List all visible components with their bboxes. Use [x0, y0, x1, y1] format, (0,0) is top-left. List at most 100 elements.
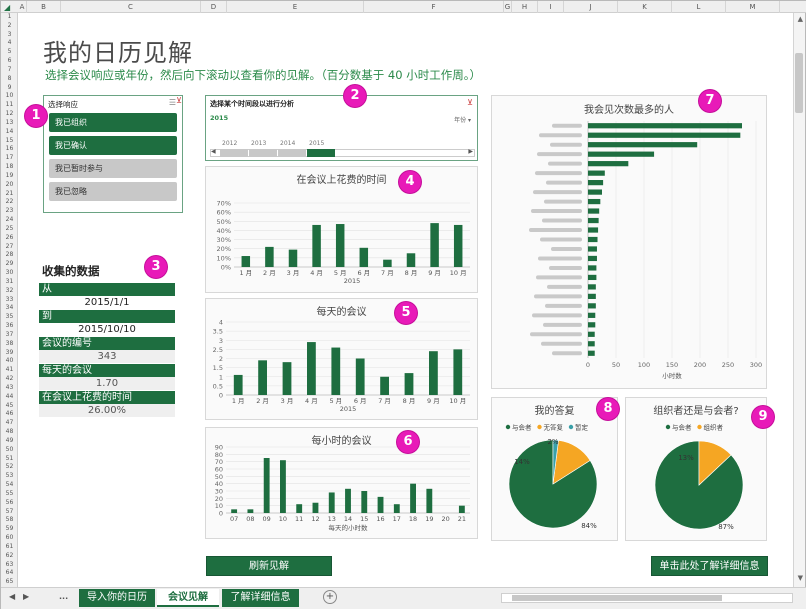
row-number[interactable]: 23 — [1, 207, 18, 216]
column-letter[interactable]: M — [726, 1, 780, 13]
row-number[interactable]: 33 — [1, 296, 18, 305]
column-letter[interactable]: K — [618, 1, 672, 13]
select-all-icon[interactable]: ◢ — [4, 4, 14, 12]
row-number[interactable]: 48 — [1, 428, 18, 437]
tab-prev-icon[interactable]: ◀ — [9, 592, 15, 601]
learn-more-button[interactable]: 单击此处了解详细信息 — [651, 556, 768, 576]
sheet-tab[interactable]: 了解详细信息 — [222, 589, 299, 607]
slicer-item[interactable]: 我已暂时参与 — [49, 159, 177, 178]
row-number[interactable]: 54 — [1, 481, 18, 490]
column-letter[interactable]: F — [364, 1, 504, 13]
row-number[interactable]: 21 — [1, 190, 18, 199]
horizontal-scrollbar[interactable] — [501, 593, 793, 603]
column-letter[interactable]: I — [538, 1, 564, 13]
timeline-year-bar[interactable] — [220, 149, 248, 157]
tab-next-icon[interactable]: ▶ — [23, 592, 29, 601]
row-number[interactable]: 39 — [1, 349, 18, 358]
row-number[interactable]: 44 — [1, 393, 18, 402]
row-number[interactable]: 51 — [1, 455, 18, 464]
sheet-tab[interactable]: 会议见解 — [157, 589, 219, 607]
row-number[interactable]: 6 — [1, 57, 18, 66]
timeline-year-bar[interactable] — [307, 149, 335, 157]
row-number[interactable]: 61 — [1, 543, 18, 552]
row-number[interactable]: 22 — [1, 198, 18, 207]
row-number[interactable]: 1 — [1, 13, 18, 22]
column-letter[interactable]: E — [227, 1, 364, 13]
row-number[interactable]: 8 — [1, 75, 18, 84]
row-number[interactable]: 34 — [1, 304, 18, 313]
timeline-slicer[interactable]: 选择某个时间段以进行分析 ⊻ 2015 年份 ▾ ◀ ▶ 2012 2013 2014 2… — [205, 95, 478, 161]
row-number[interactable]: 29 — [1, 260, 18, 269]
row-number[interactable]: 58 — [1, 516, 18, 525]
timeline-clear-filter-icon[interactable]: ⊻ — [467, 98, 473, 107]
row-number[interactable]: 20 — [1, 181, 18, 190]
row-number[interactable]: 18 — [1, 163, 18, 172]
row-number[interactable]: 26 — [1, 234, 18, 243]
row-number[interactable]: 43 — [1, 384, 18, 393]
row-number[interactable]: 49 — [1, 437, 18, 446]
row-number[interactable]: 13 — [1, 119, 18, 128]
tab-more[interactable]: ... — [59, 592, 68, 601]
row-number[interactable]: 30 — [1, 269, 18, 278]
row-number[interactable]: 53 — [1, 472, 18, 481]
row-number[interactable]: 27 — [1, 243, 18, 252]
row-number[interactable]: 4 — [1, 39, 18, 48]
row-number[interactable]: 12 — [1, 110, 18, 119]
timeline-year-bar[interactable] — [278, 149, 306, 157]
column-letter[interactable]: D — [201, 1, 227, 13]
row-number[interactable]: 9 — [1, 84, 18, 93]
row-number[interactable]: 10 — [1, 92, 18, 101]
row-number[interactable]: 57 — [1, 508, 18, 517]
row-number[interactable]: 59 — [1, 525, 18, 534]
row-number[interactable]: 28 — [1, 251, 18, 260]
column-letter[interactable]: H — [512, 1, 538, 13]
timeline-unit-dropdown[interactable]: 年份 ▾ — [454, 115, 471, 124]
row-number[interactable]: 19 — [1, 172, 18, 181]
scroll-down-icon[interactable]: ▼ — [798, 574, 803, 582]
row-number[interactable]: 16 — [1, 145, 18, 154]
multi-select-icon[interactable]: ☰ — [169, 98, 176, 107]
row-number[interactable]: 55 — [1, 490, 18, 499]
column-letter[interactable]: G — [504, 1, 512, 13]
row-number[interactable]: 52 — [1, 463, 18, 472]
row-number[interactable]: 15 — [1, 137, 18, 146]
row-number[interactable]: 7 — [1, 66, 18, 75]
row-number[interactable]: 65 — [1, 578, 18, 587]
sheet-tab[interactable]: 导入你的日历 — [79, 589, 155, 607]
row-number[interactable]: 31 — [1, 278, 18, 287]
row-number[interactable]: 14 — [1, 128, 18, 137]
clear-filter-icon[interactable]: ⊻ — [176, 96, 182, 105]
row-number[interactable]: 46 — [1, 410, 18, 419]
column-letter[interactable]: A — [18, 1, 27, 13]
row-number[interactable]: 41 — [1, 366, 18, 375]
row-number[interactable]: 32 — [1, 287, 18, 296]
column-letter[interactable]: J — [564, 1, 618, 13]
row-number[interactable]: 50 — [1, 446, 18, 455]
slicer-item[interactable]: 我已组织 — [49, 113, 177, 132]
scroll-up-icon[interactable]: ▲ — [798, 15, 803, 23]
vertical-scroll-thumb[interactable] — [795, 53, 803, 113]
vertical-scrollbar[interactable] — [793, 13, 805, 587]
row-number[interactable]: 62 — [1, 552, 18, 561]
row-number[interactable]: 60 — [1, 534, 18, 543]
row-number[interactable]: 37 — [1, 331, 18, 340]
row-number[interactable]: 25 — [1, 225, 18, 234]
timeline-year-bar[interactable] — [249, 149, 277, 157]
slicer-item[interactable]: 我已确认 — [49, 136, 177, 155]
row-number[interactable]: 17 — [1, 154, 18, 163]
column-letter[interactable]: L — [672, 1, 726, 13]
row-number[interactable]: 2 — [1, 22, 18, 31]
add-sheet-icon[interactable]: + — [323, 590, 337, 604]
row-number[interactable]: 63 — [1, 561, 18, 570]
row-number[interactable]: 42 — [1, 375, 18, 384]
row-number[interactable]: 38 — [1, 340, 18, 349]
row-number[interactable]: 47 — [1, 419, 18, 428]
column-letter[interactable]: B — [27, 1, 61, 13]
row-number[interactable]: 64 — [1, 569, 18, 578]
column-letter[interactable]: C — [61, 1, 201, 13]
row-number[interactable]: 11 — [1, 101, 18, 110]
row-number[interactable]: 45 — [1, 402, 18, 411]
row-number[interactable]: 56 — [1, 499, 18, 508]
row-number[interactable]: 40 — [1, 357, 18, 366]
slicer-item[interactable]: 我已忽略 — [49, 182, 177, 201]
